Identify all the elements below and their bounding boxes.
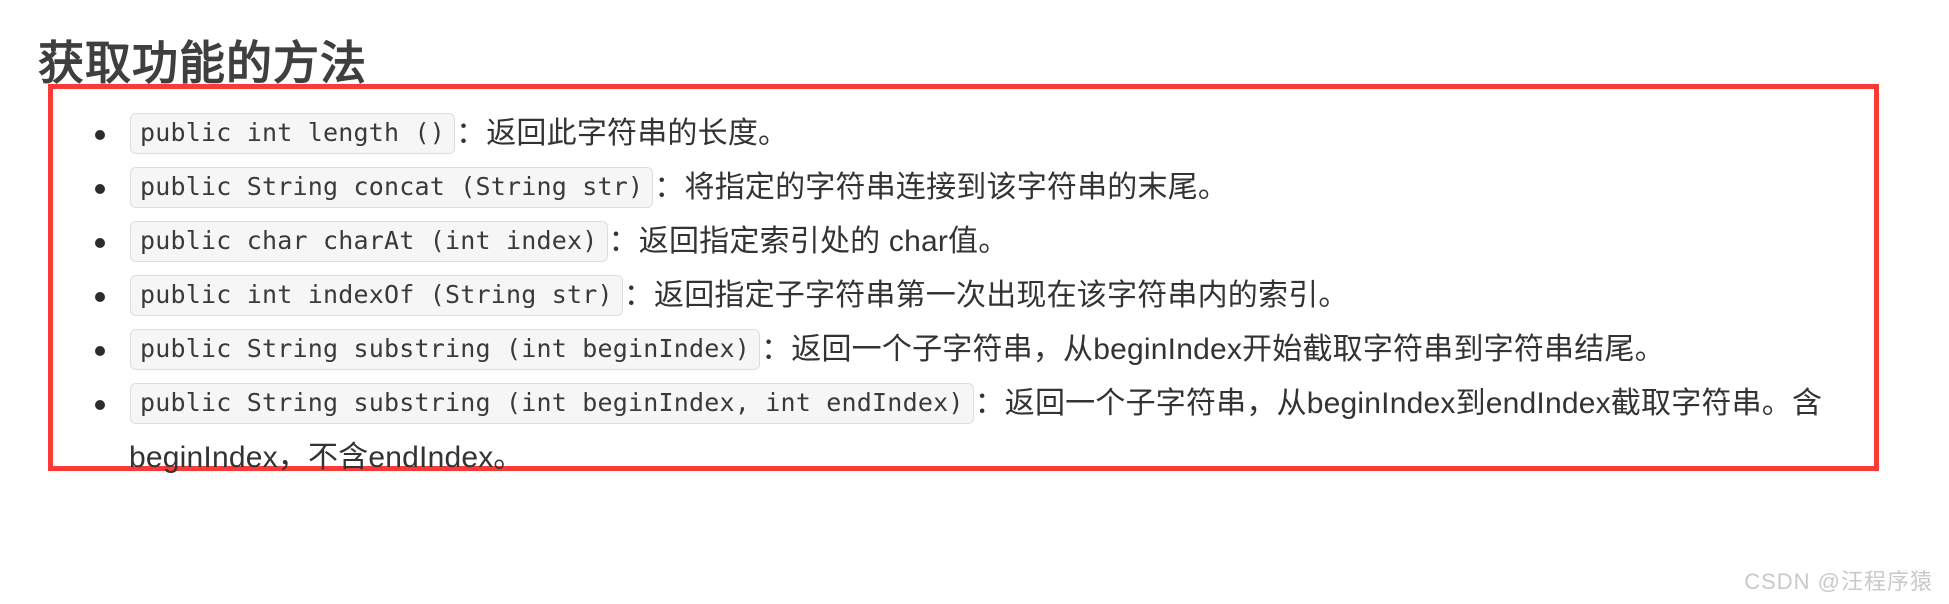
list-item: public char charAt (int index) ：返回指定索引处的 … (53, 215, 1874, 269)
list-item: public int length () ：返回此字符串的长度。 (53, 107, 1874, 161)
method-signature: public int length () (130, 113, 456, 154)
method-list: public int length () ：返回此字符串的长度。 public S… (53, 89, 1874, 485)
method-signature: public String substring (int beginIndex) (130, 329, 761, 370)
method-description: ：返回指定索引处的 char值。 (608, 225, 1009, 258)
list-item: public int indexOf (String str) ：返回指定子字符串… (53, 269, 1874, 323)
method-description: ：返回一个子字符串，从beginIndex开始截取字符串到字符串结尾。 (761, 333, 1665, 366)
method-signature: public String substring (int beginIndex,… (130, 383, 974, 424)
watermark: CSDN @汪程序猿 (1744, 569, 1933, 594)
method-signature: public String concat (String str) (130, 167, 654, 208)
bullet-icon (95, 323, 107, 377)
method-signature: public int indexOf (String str) (130, 275, 623, 316)
bullet-icon (95, 269, 107, 323)
list-item: public String substring (int beginIndex)… (53, 323, 1874, 377)
method-signature: public char charAt (int index) (130, 221, 608, 262)
highlighted-method-list-box: public int length () ：返回此字符串的长度。 public S… (48, 84, 1879, 474)
bullet-icon (95, 107, 107, 161)
list-item: public String concat (String str) ：将指定的字符… (53, 161, 1874, 215)
bullet-icon (95, 215, 107, 269)
bullet-icon (95, 377, 107, 431)
method-description: ：返回此字符串的长度。 (456, 117, 789, 150)
list-item: public String substring (int beginIndex,… (53, 377, 1874, 485)
bullet-icon (95, 161, 107, 215)
method-description: ：将指定的字符串连接到该字符串的末尾。 (654, 171, 1229, 204)
method-description: ：返回指定子字符串第一次出现在该字符串内的索引。 (623, 279, 1349, 312)
